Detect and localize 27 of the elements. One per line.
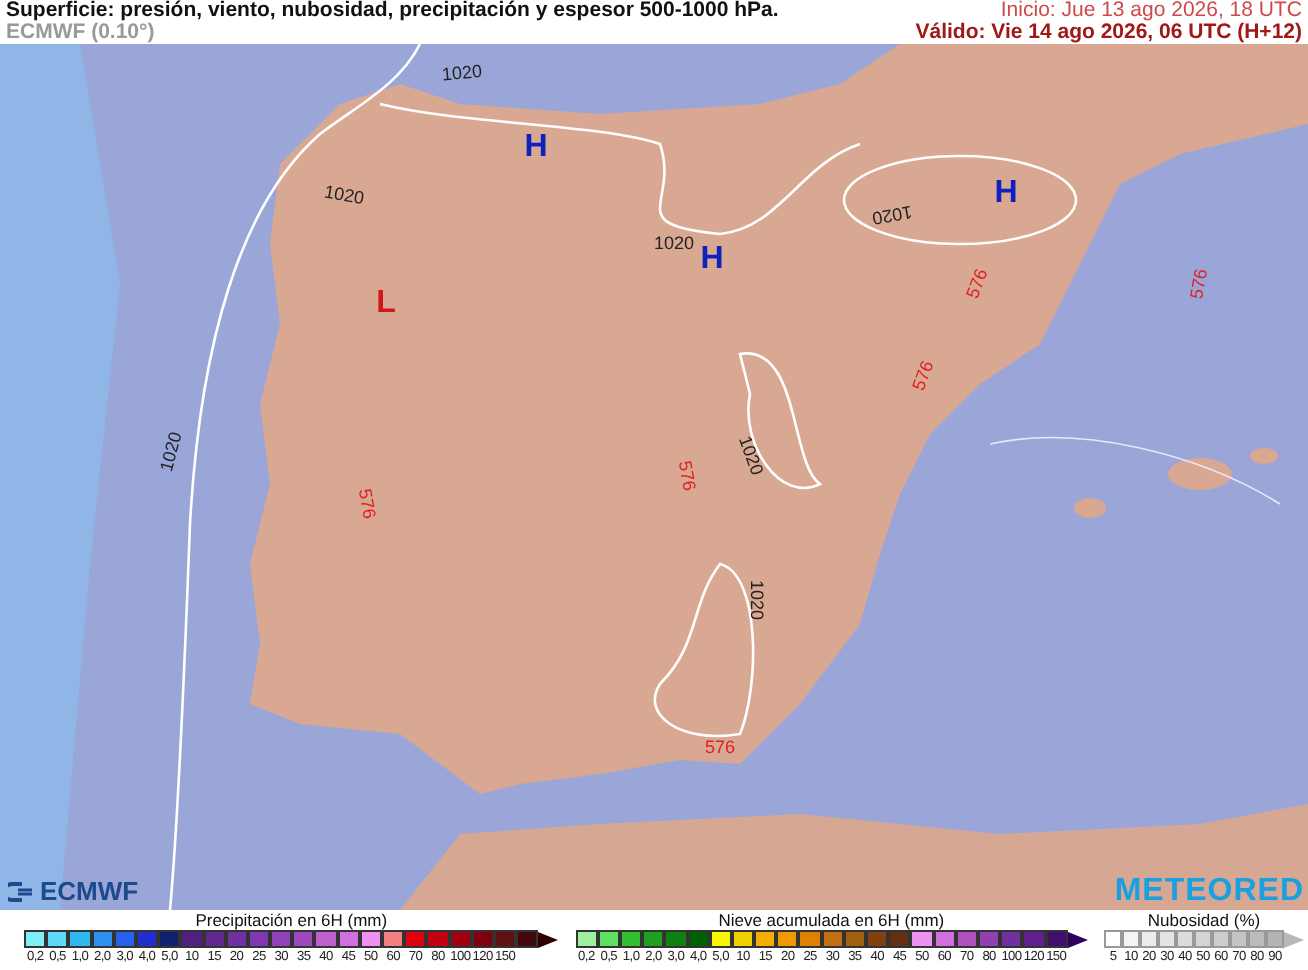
isobar-label: 1020 [653, 232, 695, 253]
thickness-label: 576 [1186, 267, 1212, 301]
legend-title: Nieve acumulada en 6H (mm) [718, 910, 945, 930]
thickness-label: 576 [962, 266, 992, 302]
isobar-label: 1020 [870, 201, 914, 229]
legend-title: Precipitación en 6H (mm) [195, 910, 388, 930]
isobar-label: 1020 [155, 429, 186, 474]
valid-time-label: Válido: Vie 14 ago 2026, 06 UTC (H+12) [915, 22, 1302, 44]
isobar-label: 1020 [441, 61, 483, 85]
map-title: Superficie: presión, viento, nubosidad, precipitación y espesor 500-1000 hPa. [6, 0, 779, 22]
thickness-label: 576 [704, 736, 736, 757]
thickness-label: 576 [908, 358, 938, 394]
high-pressure-label: H [700, 242, 724, 277]
run-start-label: Inicio: Jue 13 ago 2026, 18 UTC [1000, 0, 1302, 22]
isobar-label: 1020 [734, 433, 768, 478]
low-pressure-label: L [376, 286, 396, 321]
isobar-label: 1020 [322, 181, 366, 209]
thickness-label: 576 [354, 487, 380, 521]
ecmwf-logo-text: ECMWF [40, 876, 139, 906]
model-label: ECMWF (0.10°) [6, 22, 155, 44]
high-pressure-label: H [524, 130, 548, 165]
logo-icon [8, 881, 36, 901]
thickness-label: 576 [674, 459, 700, 493]
isobar-label: 1020 [747, 579, 768, 621]
high-pressure-label: H [994, 176, 1018, 211]
meteored-logo-text: METEORED [1114, 874, 1304, 910]
legend-title: Nubosidad (%) [1147, 910, 1261, 930]
